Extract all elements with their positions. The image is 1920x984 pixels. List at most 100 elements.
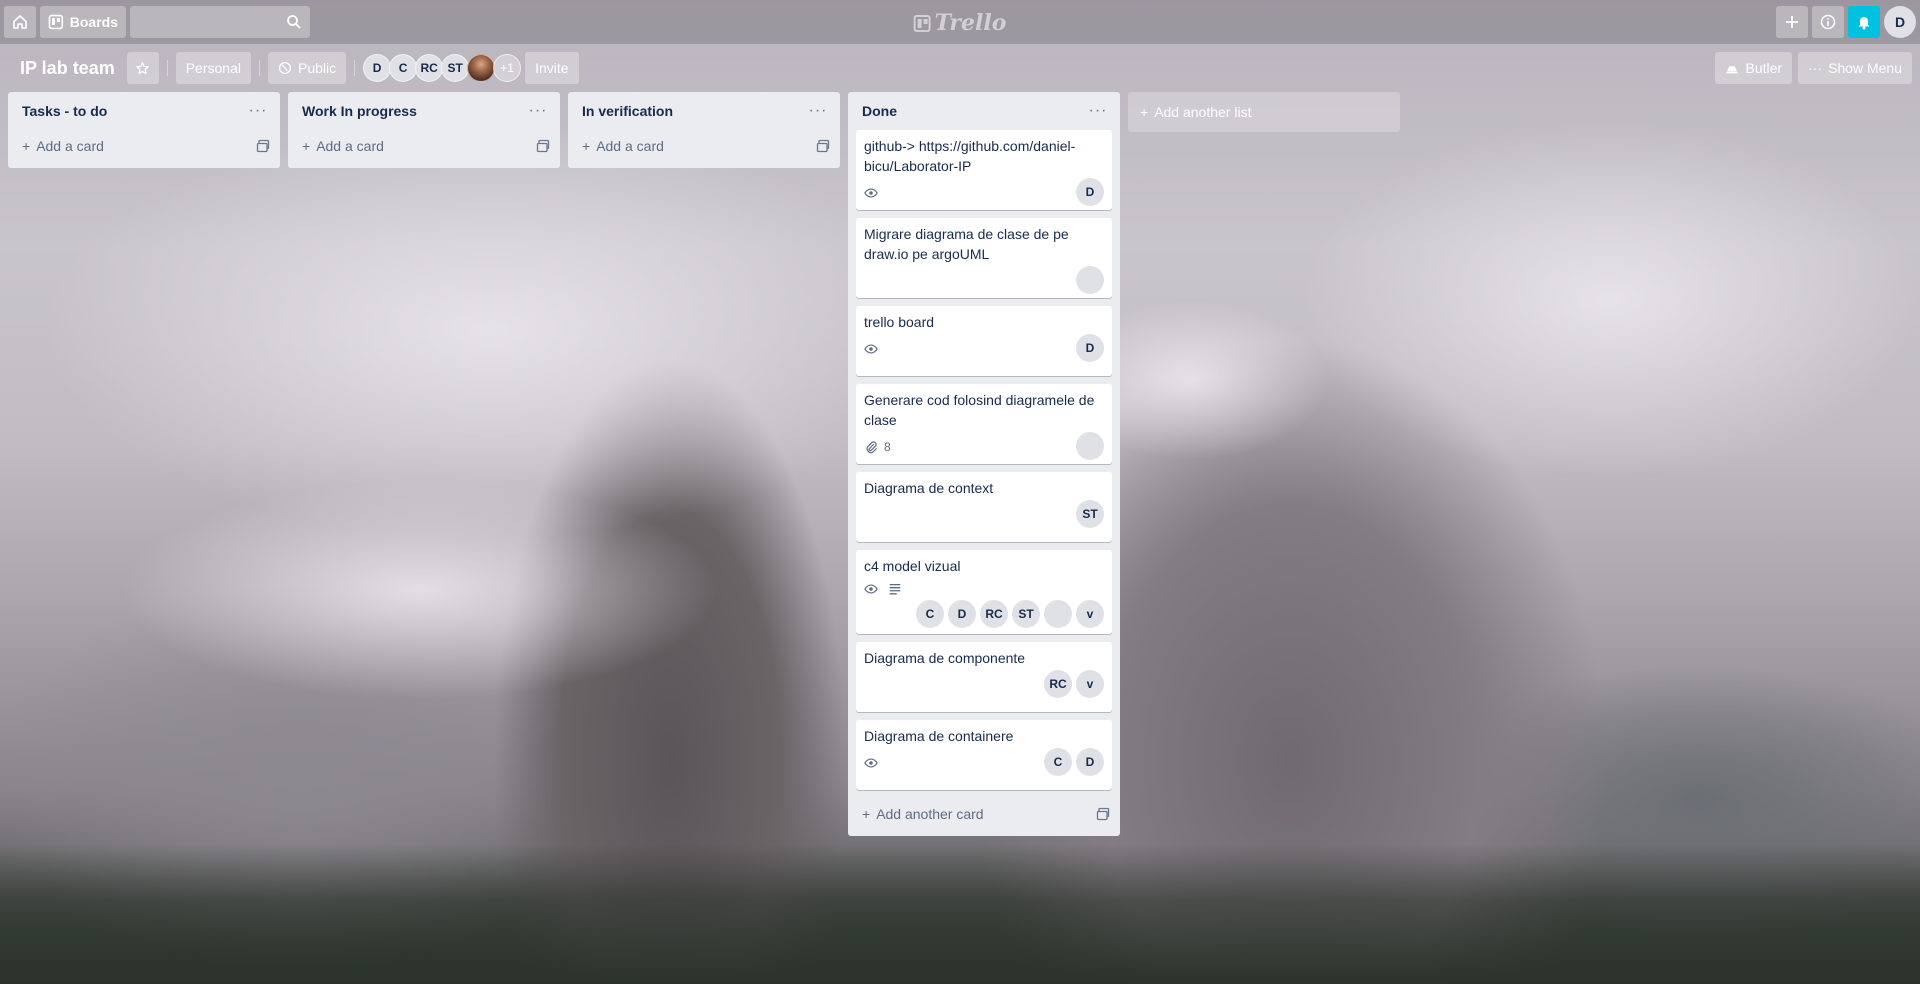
trello-logo[interactable]: Trello: [913, 10, 1007, 36]
plus-icon: +: [582, 138, 591, 154]
list-work-in-progress: Work In progress ··· + Add a card: [288, 92, 560, 168]
list-menu-icon[interactable]: ···: [246, 102, 270, 120]
more-members-button[interactable]: +1: [493, 54, 522, 82]
divider: [354, 60, 356, 76]
card-member-avatar[interactable]: v: [1076, 600, 1104, 628]
card-members: C D RC ST v: [864, 600, 1104, 630]
globe-icon: [278, 61, 292, 75]
watch-icon: [864, 584, 878, 594]
card-member-avatar[interactable]: D: [1076, 178, 1104, 206]
invite-label: Invite: [535, 60, 569, 76]
card-member-avatar[interactable]: ST: [1012, 600, 1040, 628]
card-template-icon[interactable]: [256, 139, 270, 153]
notifications-button[interactable]: [1848, 6, 1880, 38]
boards-button[interactable]: Boards: [40, 6, 126, 38]
home-button[interactable]: [4, 6, 36, 38]
list-header[interactable]: Work In progress ···: [296, 92, 552, 130]
list-menu-icon[interactable]: ···: [1086, 102, 1110, 120]
card-template-icon[interactable]: [1096, 807, 1110, 821]
member-avatar[interactable]: RC: [415, 54, 444, 82]
card[interactable]: trello board D: [856, 306, 1112, 376]
board-title[interactable]: IP lab team: [20, 58, 115, 79]
card-badges: 8: [864, 440, 891, 460]
invite-button[interactable]: Invite: [525, 52, 579, 84]
card-member-avatar[interactable]: ST: [1076, 500, 1104, 528]
add-list-label: Add another list: [1154, 104, 1252, 120]
card[interactable]: github-> https://github.com/daniel-bicu/…: [856, 130, 1112, 210]
card[interactable]: Migrare diagrama de clase de pe draw.io …: [856, 218, 1112, 298]
add-list-button[interactable]: + Add another list: [1128, 92, 1400, 132]
member-photo-avatar[interactable]: [467, 54, 496, 82]
card-member-avatar[interactable]: D: [948, 600, 976, 628]
add-card-button[interactable]: + Add a card: [296, 130, 552, 162]
card-member-avatar[interactable]: C: [1044, 748, 1072, 776]
info-button[interactable]: [1812, 6, 1844, 38]
card-member-avatar[interactable]: C: [916, 600, 944, 628]
logo-text: Trello: [934, 10, 1007, 36]
card[interactable]: Generare cod folosind diagramele de clas…: [856, 384, 1112, 464]
team-label: Personal: [185, 60, 241, 76]
attachment-count: 8: [884, 440, 891, 454]
card-title: github-> https://github.com/daniel-bicu/…: [864, 138, 1076, 174]
member-avatar[interactable]: D: [363, 54, 392, 82]
list-header[interactable]: Tasks - to do ···: [16, 92, 272, 130]
search-input[interactable]: [130, 6, 310, 38]
visibility-label: Public: [297, 60, 337, 76]
watch-icon: [864, 758, 878, 768]
card-member-photo-avatar[interactable]: [1076, 266, 1104, 294]
info-icon: [1820, 14, 1836, 30]
list-menu-icon[interactable]: ···: [526, 102, 550, 120]
card-title: Diagrama de componente: [864, 650, 1026, 666]
list-title[interactable]: In verification: [582, 103, 673, 119]
card-title: trello board: [864, 314, 935, 330]
list-title[interactable]: Work In progress: [302, 103, 417, 119]
card-badges: [864, 186, 878, 206]
search-icon[interactable]: [286, 14, 302, 30]
visibility-button[interactable]: Public: [267, 52, 347, 84]
add-card-button[interactable]: + Add another card: [856, 798, 1112, 830]
list-header[interactable]: In verification ···: [576, 92, 832, 130]
search-container: [130, 6, 310, 38]
butler-button[interactable]: Butler: [1715, 52, 1793, 84]
card-member-avatar[interactable]: RC: [1044, 670, 1072, 698]
show-menu-button[interactable]: ··· Show Menu: [1798, 52, 1912, 84]
butler-icon: [1726, 66, 1739, 74]
create-button[interactable]: [1776, 6, 1808, 38]
member-avatar[interactable]: C: [389, 54, 418, 82]
add-card-label: Add another card: [876, 806, 984, 822]
list-title[interactable]: Tasks - to do: [22, 103, 107, 119]
plus-icon: +: [302, 138, 311, 154]
card-member-avatar[interactable]: D: [1076, 748, 1104, 776]
plus-icon: +: [1140, 104, 1149, 120]
card-member-photo-avatar[interactable]: [1076, 432, 1104, 460]
card-title: Migrare diagrama de clase de pe draw.io …: [864, 226, 1069, 262]
card-members: C D: [1044, 748, 1104, 776]
member-avatar[interactable]: ST: [441, 54, 470, 82]
card-member-avatar[interactable]: v: [1076, 670, 1104, 698]
add-card-button[interactable]: + Add a card: [576, 130, 832, 162]
list-tasks-to-do: Tasks - to do ··· + Add a card: [8, 92, 280, 168]
card-members: D: [1076, 178, 1104, 206]
card[interactable]: c4 model vizual C D RC ST v: [856, 550, 1112, 634]
card[interactable]: Diagrama de containere C D: [856, 720, 1112, 790]
list-header[interactable]: Done ···: [856, 92, 1112, 130]
board-members: D C RC ST +1: [363, 54, 522, 82]
plus-icon: [1786, 16, 1798, 28]
card-member-photo-avatar[interactable]: [1044, 600, 1072, 628]
team-button[interactable]: Personal: [175, 52, 251, 84]
list-menu-icon[interactable]: ···: [806, 102, 830, 120]
add-card-button[interactable]: + Add a card: [16, 130, 272, 162]
card-template-icon[interactable]: [816, 139, 830, 153]
top-header: Boards Trello D: [0, 0, 1920, 44]
list-title[interactable]: Done: [862, 103, 897, 119]
attachment-icon: [866, 441, 877, 454]
star-button[interactable]: [126, 52, 159, 84]
user-avatar[interactable]: D: [1884, 6, 1916, 38]
card-template-icon[interactable]: [536, 139, 550, 153]
card-member-avatar[interactable]: RC: [980, 600, 1008, 628]
background-forest: [0, 844, 1920, 984]
card[interactable]: Diagrama de componente RC v: [856, 642, 1112, 712]
card-members: [1076, 432, 1104, 460]
card[interactable]: Diagrama de context ST: [856, 472, 1112, 542]
card-member-avatar[interactable]: D: [1076, 334, 1104, 362]
